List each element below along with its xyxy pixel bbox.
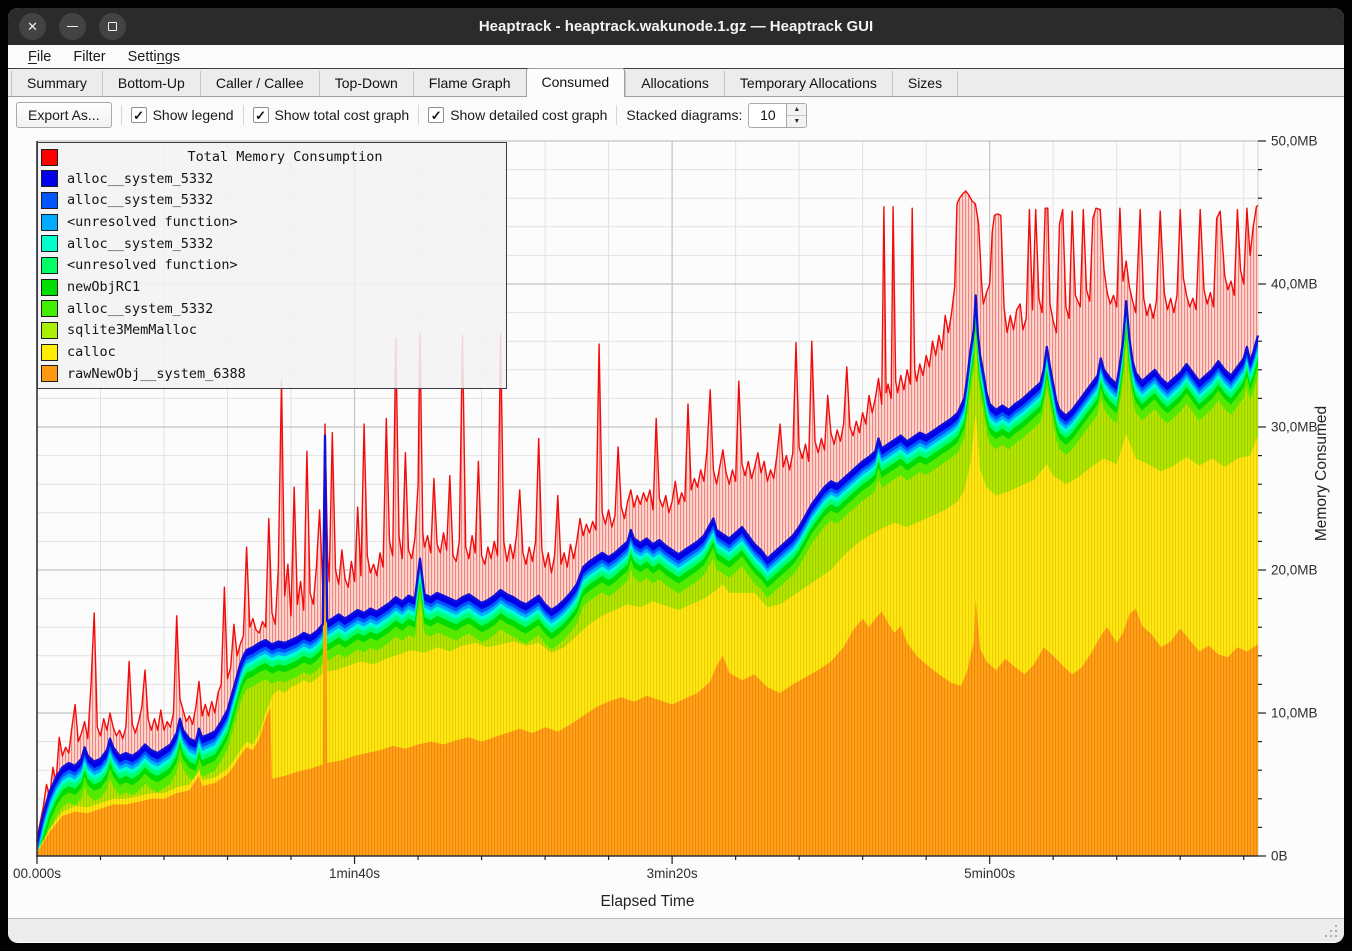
- y-tick-label: 10,0MB: [1271, 706, 1318, 721]
- y-tick-label: 40,0MB: [1271, 277, 1318, 292]
- legend-swatch: [41, 279, 58, 296]
- legend-item[interactable]: <unresolved function>: [41, 213, 503, 232]
- legend-item[interactable]: sqlite3MemMalloc: [41, 321, 503, 340]
- menu-bar: FileFilterSettings: [8, 45, 1344, 69]
- legend-swatch: [41, 192, 58, 209]
- tab-flame-graph[interactable]: Flame Graph: [413, 71, 526, 96]
- checkbox-icon[interactable]: ✓: [131, 107, 147, 123]
- legend-swatch: [41, 322, 58, 339]
- legend-label: alloc__system_5332: [67, 301, 213, 317]
- y-tick-label: 30,0MB: [1271, 420, 1318, 435]
- legend-item[interactable]: alloc__system_5332: [41, 234, 503, 253]
- checkbox-show-detailed-cost-graph[interactable]: ✓ Show detailed cost graph: [428, 107, 607, 123]
- tab-top-down[interactable]: Top-Down: [319, 71, 413, 96]
- menu-settings[interactable]: Settings: [118, 47, 190, 67]
- checkbox-label: Show total cost graph: [275, 107, 410, 123]
- menu-file[interactable]: File: [18, 47, 61, 67]
- export-as-button[interactable]: Export As...: [16, 102, 112, 128]
- tab-caller-callee[interactable]: Caller / Callee: [200, 71, 319, 96]
- legend-label: calloc: [67, 344, 116, 360]
- legend-label: <unresolved function>: [67, 214, 238, 230]
- legend-swatch: [41, 257, 58, 274]
- status-bar: [8, 919, 1344, 942]
- stacked-diagrams-value[interactable]: 10: [748, 103, 786, 128]
- checkbox-show-total-cost-graph[interactable]: ✓ Show total cost graph: [253, 107, 410, 123]
- x-tick-label: 5min00s: [964, 866, 1015, 881]
- title-bar: ✕ Heaptrack - heaptrack.wakunode.1.gz — …: [8, 8, 1344, 45]
- legend-label: <unresolved function>: [67, 257, 238, 273]
- tab-consumed[interactable]: Consumed: [526, 68, 626, 97]
- y-tick-label: 0B: [1271, 849, 1288, 864]
- y-tick-label: 50,0MB: [1271, 134, 1318, 149]
- minimize-icon[interactable]: [59, 13, 86, 40]
- legend-item[interactable]: rawNewObj__system_6388: [41, 364, 503, 383]
- window-title: Heaptrack - heaptrack.wakunode.1.gz — He…: [8, 18, 1344, 35]
- tab-bar: SummaryBottom-UpCaller / CalleeTop-DownF…: [8, 69, 1344, 97]
- tab-summary[interactable]: Summary: [11, 71, 102, 96]
- tab-sizes[interactable]: Sizes: [892, 71, 958, 96]
- toolbar-separator: [418, 105, 419, 125]
- legend-label: alloc__system_5332: [67, 236, 213, 252]
- checkbox-label: Show legend: [153, 107, 234, 123]
- x-tick-label: 1min40s: [329, 866, 380, 881]
- legend-label: sqlite3MemMalloc: [67, 322, 197, 338]
- legend-item[interactable]: alloc__system_5332: [41, 299, 503, 318]
- legend-swatch: [41, 149, 58, 166]
- legend-item[interactable]: alloc__system_5332: [41, 191, 503, 210]
- x-tick-label: 3min20s: [647, 866, 698, 881]
- checkbox-icon[interactable]: ✓: [428, 107, 444, 123]
- stacked-diagrams-spinner: 10 ▲ ▼: [748, 103, 807, 128]
- legend-swatch: [41, 300, 58, 317]
- x-tick-label: 00.000s: [13, 866, 61, 881]
- legend-label: alloc__system_5332: [67, 171, 213, 187]
- legend-item[interactable]: newObjRC1: [41, 278, 503, 297]
- legend-label: Total Memory Consumption: [67, 149, 503, 165]
- legend-item[interactable]: calloc: [41, 343, 503, 362]
- stacked-diagrams-label: Stacked diagrams:: [626, 107, 742, 123]
- legend-label: newObjRC1: [67, 279, 140, 295]
- x-axis-title: Elapsed Time: [601, 893, 695, 910]
- close-icon[interactable]: ✕: [19, 13, 46, 40]
- legend-item[interactable]: Total Memory Consumption: [41, 148, 503, 167]
- legend-swatch: [41, 170, 58, 187]
- legend-swatch: [41, 214, 58, 231]
- chart-legend: Total Memory Consumption alloc__system_53…: [37, 142, 507, 389]
- y-axis-title: Memory Consumed: [1313, 406, 1330, 541]
- toolbar-separator: [121, 105, 122, 125]
- legend-label: alloc__system_5332: [67, 192, 213, 208]
- spinner-up-icon[interactable]: ▲: [787, 104, 806, 115]
- toolbar: Export As... ✓ Show legend ✓ Show total cos…: [8, 97, 1344, 133]
- tab-temporary-allocations[interactable]: Temporary Allocations: [724, 71, 892, 96]
- consumed-chart: 00.000s 1min40s 3min20s 5min00s 0B 10,0MB 20,0…: [8, 133, 1344, 919]
- legend-item[interactable]: <unresolved function>: [41, 256, 503, 275]
- legend-item[interactable]: alloc__system_5332: [41, 169, 503, 188]
- toolbar-separator: [243, 105, 244, 125]
- resize-grip-icon[interactable]: [1323, 923, 1337, 937]
- app-window: ✕ Heaptrack - heaptrack.wakunode.1.gz — …: [8, 8, 1344, 943]
- tab-allocations[interactable]: Allocations: [625, 71, 724, 96]
- legend-swatch: [41, 344, 58, 361]
- maximize-icon[interactable]: [99, 13, 126, 40]
- tab-bottom-up[interactable]: Bottom-Up: [102, 71, 200, 96]
- y-tick-label: 20,0MB: [1271, 563, 1318, 578]
- checkbox-show-legend[interactable]: ✓ Show legend: [131, 107, 234, 123]
- window-controls: ✕: [19, 13, 126, 40]
- menu-filter[interactable]: Filter: [63, 47, 115, 67]
- legend-label: rawNewObj__system_6388: [67, 366, 246, 382]
- checkbox-icon[interactable]: ✓: [253, 107, 269, 123]
- legend-swatch: [41, 365, 58, 382]
- toolbar-separator: [616, 105, 617, 125]
- legend-swatch: [41, 235, 58, 252]
- checkbox-label: Show detailed cost graph: [450, 107, 607, 123]
- spinner-down-icon[interactable]: ▼: [787, 115, 806, 127]
